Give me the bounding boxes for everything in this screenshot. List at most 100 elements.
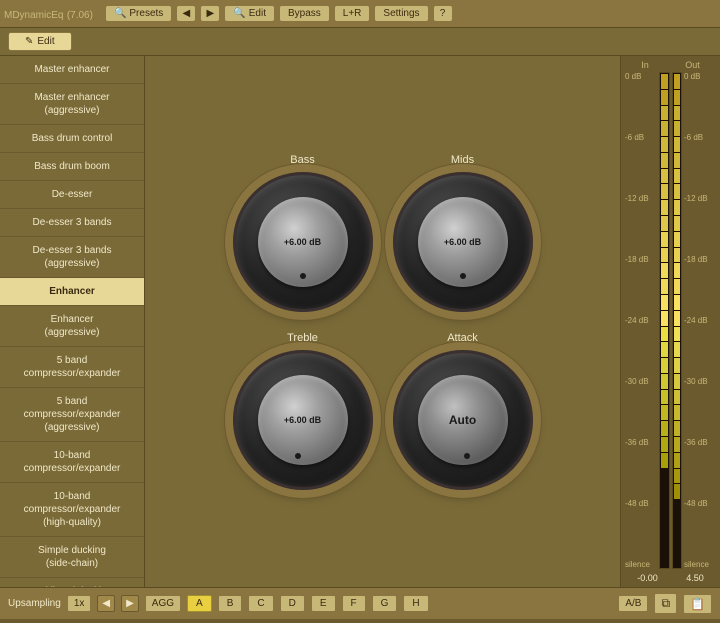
letter-B-btn[interactable]: B	[218, 595, 243, 612]
letter-E-btn[interactable]: E	[311, 595, 336, 612]
search-icon-2: 🔍	[233, 8, 245, 19]
content-area: Bass +6.00 dB Mids +6.00 dB	[145, 56, 620, 587]
sidebar-item-de-esser-3bands[interactable]: De-esser 3 bands	[0, 209, 144, 237]
sidebar-item-multiband-ducking[interactable]: Multiband ducking(side-chain)	[0, 578, 144, 587]
edit-preset-button[interactable]: ✎ Edit	[8, 32, 72, 51]
sidebar-item-enhancer[interactable]: Enhancer	[0, 278, 144, 306]
scale-r-6db: -6 dB	[684, 133, 716, 142]
paste-button[interactable]: 📋	[683, 594, 712, 614]
sidebar-item-5band-agg[interactable]: 5 band compressor/expander(aggressive)	[0, 388, 144, 442]
bottom-bar: Upsampling 1x ◀ ▶ AGG A B C D E F G H A/…	[0, 587, 720, 619]
bass-indicator-dot	[300, 273, 306, 279]
bass-knob-container: Bass +6.00 dB	[233, 154, 373, 312]
scale-18db: -18 dB	[625, 255, 657, 264]
presets-button[interactable]: 🔍 Presets	[105, 5, 172, 22]
treble-knob-container: Treble +6.00 dB	[233, 332, 373, 490]
sidebar-item-10band-hq[interactable]: 10-band compressor/expander(high-quality…	[0, 483, 144, 537]
top-bar: MDynamicEq (7.06) 🔍 Presets ◀ ▶ 🔍 Edit B…	[0, 0, 720, 28]
bass-knob[interactable]: +6.00 dB	[233, 172, 373, 312]
prev-preset-button[interactable]: ◀	[176, 5, 196, 22]
mids-knob-container: Mids +6.00 dB	[393, 154, 533, 312]
scale-r-48db: -48 dB	[684, 499, 716, 508]
letter-G-btn[interactable]: G	[372, 595, 398, 612]
mids-indicator-dot	[460, 273, 466, 279]
bass-value: +6.00 dB	[284, 237, 321, 247]
letter-C-btn[interactable]: C	[248, 595, 273, 612]
scale-36db: -36 dB	[625, 438, 657, 447]
treble-knob-inner: +6.00 dB	[258, 375, 348, 465]
sidebar: Master enhancer Master enhancer(aggressi…	[0, 56, 145, 587]
upsample-prev-btn[interactable]: ◀	[97, 595, 115, 612]
edit-icon: ✎	[25, 36, 33, 47]
mids-value: +6.00 dB	[444, 237, 481, 247]
vu-in-label: In	[641, 60, 649, 70]
bypass-button[interactable]: Bypass	[279, 5, 330, 22]
attack-knob-container: Attack Auto	[393, 332, 533, 490]
bass-label: Bass	[290, 154, 314, 166]
vu-in-bar	[659, 72, 670, 569]
edit-bar: ✎ Edit	[0, 28, 720, 56]
vu-header: In Out	[623, 60, 718, 70]
treble-knob[interactable]: +6.00 dB	[233, 350, 373, 490]
scale-r-0db: 0 dB	[684, 72, 716, 81]
scale-r-30db: -30 dB	[684, 377, 716, 386]
sidebar-item-10band[interactable]: 10-band compressor/expander	[0, 442, 144, 483]
sidebar-item-de-esser[interactable]: De-esser	[0, 181, 144, 209]
sidebar-item-enhancer-agg[interactable]: Enhancer(aggressive)	[0, 306, 144, 347]
sidebar-item-5band[interactable]: 5 band compressor/expander	[0, 347, 144, 388]
next-preset-button[interactable]: ▶	[200, 5, 220, 22]
lr-button[interactable]: L+R	[334, 5, 371, 22]
upsample-next-btn[interactable]: ▶	[121, 595, 139, 612]
vu-out-label: Out	[685, 60, 700, 70]
vu-time-right: 4.50	[686, 573, 704, 583]
upsample-value-btn[interactable]: 1x	[67, 595, 92, 612]
scale-r-24db: -24 dB	[684, 316, 716, 325]
scale-r-12db: -12 dB	[684, 194, 716, 203]
bass-knob-inner: +6.00 dB	[258, 197, 348, 287]
scale-0db: 0 dB	[625, 72, 657, 81]
attack-knob-inner: Auto	[418, 375, 508, 465]
scale-12db: -12 dB	[625, 194, 657, 203]
scale-6db: -6 dB	[625, 133, 657, 142]
search-icon: 🔍	[114, 8, 126, 19]
sidebar-item-simple-ducking[interactable]: Simple ducking(side-chain)	[0, 537, 144, 578]
help-button[interactable]: ?	[433, 5, 453, 22]
vu-meter-section: In Out 0 dB -6 dB -12 dB -18 dB -24 dB -…	[620, 56, 720, 587]
scale-r-18db: -18 dB	[684, 255, 716, 264]
settings-button[interactable]: Settings	[374, 5, 428, 22]
sidebar-item-master-enhancer-agg[interactable]: Master enhancer(aggressive)	[0, 84, 144, 125]
knob-grid: Bass +6.00 dB Mids +6.00 dB	[213, 134, 553, 510]
attack-value: Auto	[449, 413, 476, 427]
attack-label: Attack	[447, 332, 478, 344]
attack-knob[interactable]: Auto	[393, 350, 533, 490]
app-title: MDynamicEq (7.06)	[4, 7, 93, 21]
ab-button[interactable]: A/B	[618, 595, 648, 612]
treble-value: +6.00 dB	[284, 415, 321, 425]
scale-silence-left: silence	[625, 560, 657, 569]
letter-H-btn[interactable]: H	[403, 595, 428, 612]
scale-24db: -24 dB	[625, 316, 657, 325]
vu-out-bar	[672, 72, 683, 569]
scale-silence-right: silence	[684, 560, 716, 569]
sidebar-item-bass-drum-boom[interactable]: Bass drum boom	[0, 153, 144, 181]
agg-button[interactable]: AGG	[145, 595, 181, 612]
scale-48db: -48 dB	[625, 499, 657, 508]
letter-D-btn[interactable]: D	[280, 595, 305, 612]
main-layout: Master enhancer Master enhancer(aggressi…	[0, 56, 720, 587]
mids-label: Mids	[451, 154, 474, 166]
copy-button[interactable]: ⧉	[654, 593, 677, 614]
sidebar-item-de-esser-3bands-agg[interactable]: De-esser 3 bands(aggressive)	[0, 237, 144, 278]
scale-30db: -30 dB	[625, 377, 657, 386]
letter-A-btn[interactable]: A	[187, 595, 212, 612]
treble-indicator-dot	[295, 453, 301, 459]
upsampling-label: Upsampling	[8, 598, 61, 609]
letter-F-btn[interactable]: F	[342, 595, 366, 612]
treble-label: Treble	[287, 332, 318, 344]
mids-knob[interactable]: +6.00 dB	[393, 172, 533, 312]
edit-button[interactable]: 🔍 Edit	[224, 5, 275, 22]
sidebar-item-bass-drum-control[interactable]: Bass drum control	[0, 125, 144, 153]
sidebar-item-master-enhancer[interactable]: Master enhancer	[0, 56, 144, 84]
attack-indicator-dot	[464, 453, 470, 459]
vu-time-display: -0.00 4.50	[623, 573, 718, 583]
mids-knob-inner: +6.00 dB	[418, 197, 508, 287]
